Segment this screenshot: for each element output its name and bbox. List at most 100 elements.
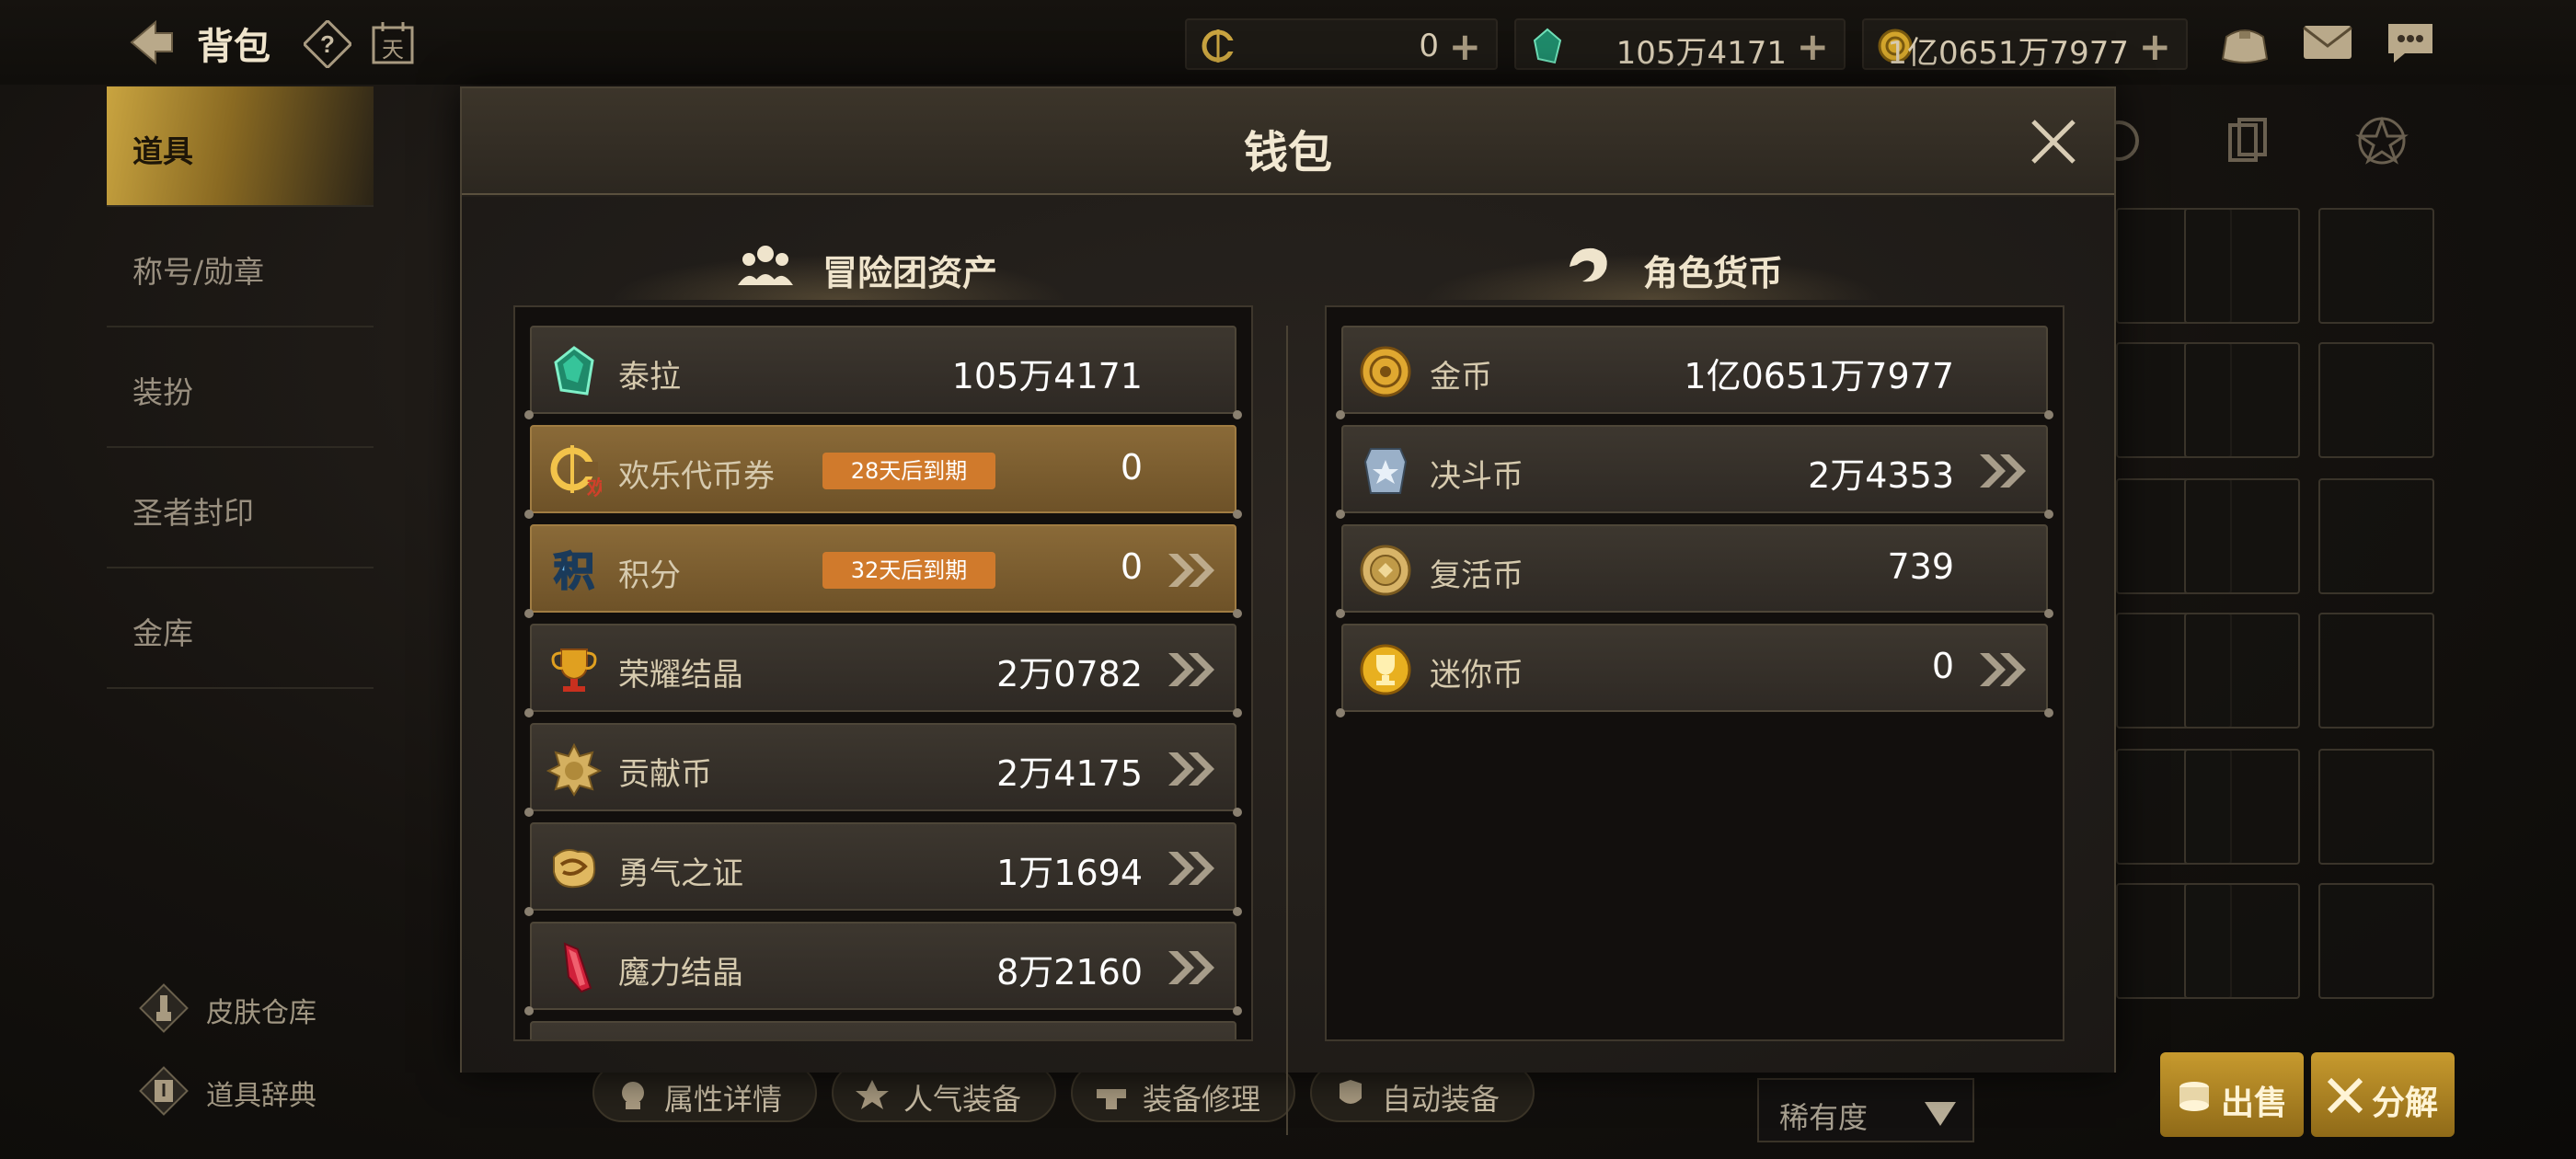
list-item[interactable]: 荣耀结晶 2万0782 [524, 624, 1242, 717]
modal-header: 钱包 [462, 88, 2114, 195]
chevron-right-icon[interactable] [1163, 649, 1220, 690]
cards-icon[interactable] [2221, 114, 2274, 167]
add-currency-button[interactable]: + [1797, 24, 1829, 69]
joy-token-currency: 0 + [1185, 18, 1498, 70]
chevron-right-icon[interactable] [1163, 749, 1220, 789]
currency-name: 贡献币 [618, 756, 712, 793]
purse-icon[interactable] [2217, 17, 2272, 68]
currency-value: 1亿0651万7977 [1887, 35, 2129, 72]
list-item[interactable]: 勇气之证 1万1694 [524, 822, 1242, 916]
disassemble-label: 分解 [2372, 1084, 2439, 1122]
inventory-slot[interactable] [2318, 613, 2434, 729]
inventory-slot[interactable] [2318, 478, 2434, 594]
chevron-right-icon[interactable] [1974, 649, 2031, 690]
currency-name: 迷你币 [1430, 657, 1524, 694]
sidebar-item-label: 金库 [132, 615, 193, 651]
inventory-slot[interactable] [2184, 342, 2300, 458]
modal-title: 钱包 [1243, 127, 1332, 178]
svg-text:欢: 欢 [586, 476, 602, 499]
courage-badge-icon [553, 849, 596, 889]
list-item[interactable]: 贡献币 2万4175 [524, 723, 1242, 817]
list-item[interactable]: 复活币 739 [1336, 524, 2053, 618]
add-currency-button[interactable]: + [1449, 24, 1481, 69]
currency-name: 荣耀结晶 [618, 657, 743, 694]
sidebar-item-label: 圣者封印 [132, 495, 254, 531]
adventure-assets-header: 冒险团资产 [517, 223, 1161, 300]
section-divider [1286, 326, 1288, 1135]
attribute-details-label: 属性详情 [664, 1082, 783, 1117]
popular-gear-icon [856, 1080, 889, 1109]
inventory-slot[interactable] [2318, 342, 2434, 458]
chat-icon[interactable] [2383, 17, 2438, 68]
currency-amount: 2万4175 [996, 753, 1143, 794]
disassemble-button[interactable]: 分解 [2311, 1052, 2455, 1137]
list-item[interactable]: 欢 欢乐代币券 28天后到期 0 [524, 425, 1242, 519]
page-title: 背包 [197, 26, 270, 68]
chevron-right-icon[interactable] [1163, 848, 1220, 889]
inventory-slot[interactable] [2184, 749, 2300, 865]
section-title-right: 角色货币 [1643, 253, 1784, 293]
currency-name: 积分 [618, 557, 681, 594]
expiry-badge: 32天后到期 [822, 552, 995, 589]
modal-body: 冒险团资产 角色货币 泰拉 105万4171 欢乐代币券 28天后到期 0 积 … [462, 197, 2114, 1135]
currency-value: 0 [1419, 28, 1439, 64]
character-currency-list: 金币 1亿0651万7977 决斗币 2万4353 复活币 739 迷你币 0 [1325, 305, 2064, 1041]
inventory-slot[interactable] [2184, 478, 2300, 594]
inventory-slot[interactable] [2318, 883, 2434, 999]
tera-gem-icon [554, 346, 594, 396]
armor-icon [1340, 1080, 1362, 1104]
inventory-slot[interactable] [2318, 749, 2434, 865]
skin-storage-link[interactable]: 皮肤仓库 [136, 977, 375, 1033]
auto-equip-label: 自动装备 [1382, 1082, 1501, 1117]
character-currency-header: 角色货币 [1330, 223, 1974, 300]
inventory-slot[interactable] [2184, 883, 2300, 999]
currency-name: 金币 [1430, 359, 1492, 396]
pentagram-icon[interactable] [2355, 114, 2409, 167]
item-dictionary-link[interactable]: 道具辞典 [136, 1060, 375, 1116]
list-item[interactable]: 迷你币 0 [1336, 624, 2053, 717]
sidebar-item-label: 装扮 [132, 374, 193, 410]
rarity-select[interactable]: 稀有度 [1757, 1078, 1974, 1142]
sidebar-item-titles[interactable]: 称号/勋章 [107, 207, 374, 327]
chevron-right-icon[interactable] [1163, 947, 1220, 988]
sell-button[interactable]: 出售 [2160, 1052, 2304, 1137]
add-currency-button[interactable]: + [2139, 24, 2171, 69]
help-icon[interactable]: ? [304, 20, 351, 68]
expiry-badge: 28天后到期 [822, 453, 995, 489]
mail-icon[interactable] [2300, 17, 2355, 68]
sidebar-item-avatar[interactable]: 装扮 [107, 327, 374, 448]
sidebar-item-label: 道具 [132, 133, 193, 169]
attribute-icon [622, 1082, 644, 1109]
list-item[interactable]: 积 积分 32天后到期 0 [524, 524, 1242, 618]
wallet-modal: 钱包 冒险团资产 角色货币 泰拉 105万4171 欢乐代币券 28天后到期 0… [460, 86, 2116, 1135]
list-item[interactable]: 决斗币 2万4353 [1336, 425, 2053, 519]
chevron-down-icon [1925, 1102, 1956, 1126]
list-item[interactable]: 魔力结晶 8万2160 [524, 922, 1242, 1016]
mini-coin-icon [1360, 644, 1411, 695]
list-item[interactable]: 泰拉 105万4171 [524, 326, 1242, 419]
sidebar-item-saint-seal[interactable]: 圣者封印 [107, 448, 374, 568]
sidebar-item-items[interactable]: 道具 [107, 86, 374, 207]
coin-stack-icon [2179, 1082, 2209, 1111]
chevron-right-icon[interactable] [1974, 451, 2031, 491]
points-icon: 积 [553, 547, 595, 596]
currency-amount: 2万0782 [996, 654, 1143, 694]
inventory-slot[interactable] [2318, 208, 2434, 324]
sell-label: 出售 [2221, 1084, 2288, 1122]
calendar-icon[interactable]: 天 [370, 20, 416, 66]
inventory-slot[interactable] [2184, 208, 2300, 324]
back-button[interactable] [120, 15, 184, 70]
contribution-coin-icon [546, 742, 602, 797]
close-icon[interactable] [2026, 114, 2081, 169]
sidebar-item-vault[interactable]: 金库 [107, 568, 374, 689]
sidebar-item-label: 称号/勋章 [132, 254, 265, 290]
item-dictionary-label: 道具辞典 [206, 1080, 316, 1112]
list-item[interactable]: 金币 1亿0651万7977 [1336, 326, 2053, 419]
chevron-right-icon[interactable] [1163, 550, 1220, 591]
inventory-slot[interactable] [2184, 613, 2300, 729]
svg-text:天: 天 [382, 37, 404, 63]
list-item-partial[interactable] [530, 1021, 1236, 1039]
currency-amount: 0 [1120, 546, 1143, 587]
currency-amount: 739 [1887, 546, 1954, 587]
skin-storage-label: 皮肤仓库 [206, 997, 316, 1029]
